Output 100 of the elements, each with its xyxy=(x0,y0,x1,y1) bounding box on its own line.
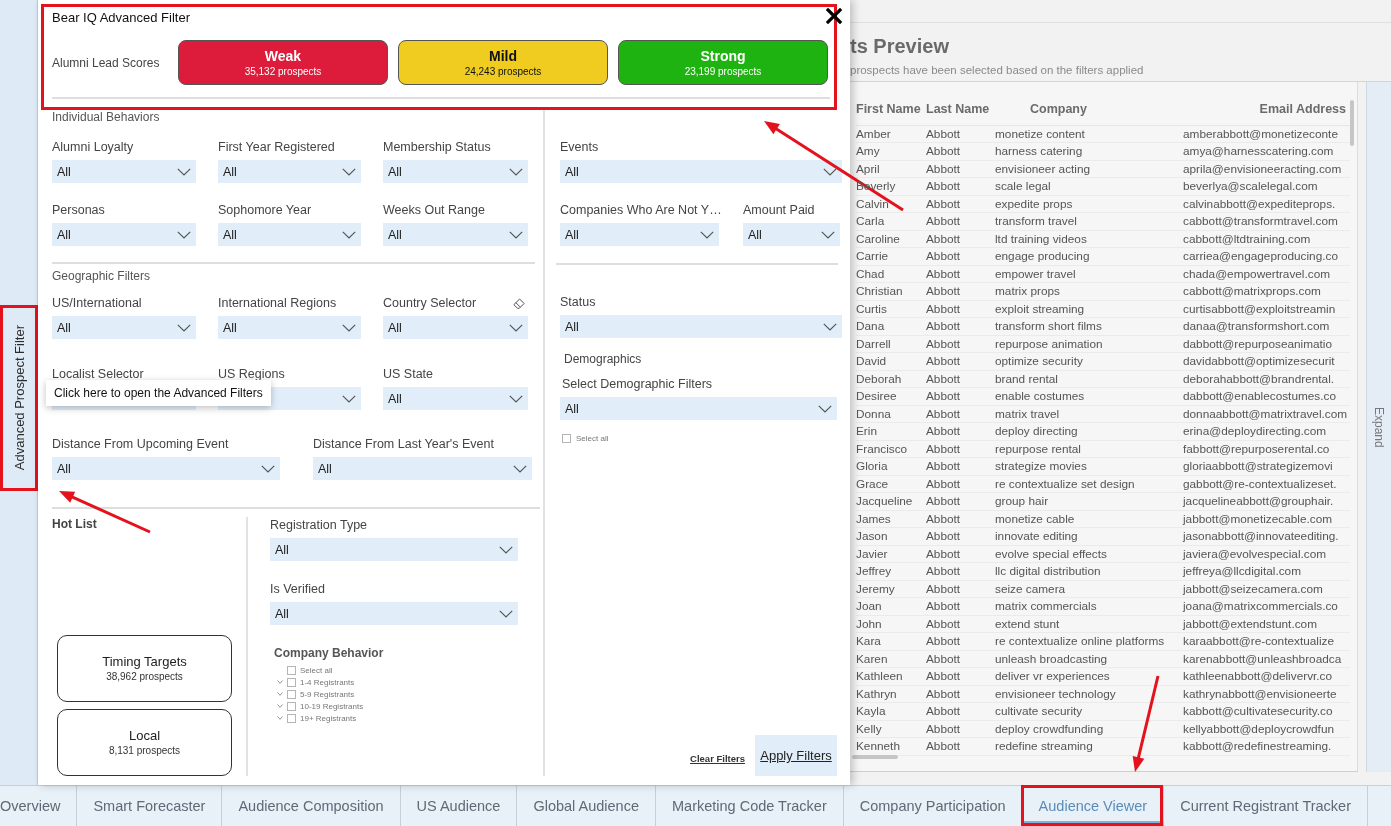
apply-filters-button[interactable]: Apply Filters xyxy=(755,735,837,776)
dropdown-field[interactable]: All xyxy=(383,387,528,410)
tab[interactable]: Current Registrant Tracker xyxy=(1164,786,1368,826)
table-cell: Kathleen xyxy=(856,667,926,685)
checkbox[interactable] xyxy=(562,434,571,443)
table-cell: matrix props xyxy=(995,282,1183,300)
table-cell: Dana xyxy=(856,317,926,335)
dropdown-field[interactable]: All xyxy=(270,538,518,561)
column-header[interactable]: Company xyxy=(995,97,1183,125)
table-cell: Carrie xyxy=(856,247,926,265)
filter-label: Is Verified xyxy=(270,581,325,597)
chevron-icon xyxy=(342,394,356,403)
dropdown-field[interactable]: All xyxy=(383,316,528,339)
dropdown-field[interactable]: All xyxy=(270,602,518,625)
dropdown-field[interactable]: All xyxy=(383,160,528,183)
table-cell: Jeremy xyxy=(856,580,926,598)
section-heading: Demographics xyxy=(564,352,642,366)
table-cell: Abbott xyxy=(926,737,995,755)
column-header[interactable]: First Name xyxy=(856,97,926,125)
table-cell: Erin xyxy=(856,422,926,440)
table-cell: jacquelineabbott@grouphair. xyxy=(1183,492,1350,510)
table-cell: Abbott xyxy=(926,352,995,370)
dropdown-field[interactable]: All xyxy=(52,316,196,339)
section-heading: Hot List xyxy=(52,517,97,531)
dropdown-field[interactable]: All xyxy=(313,457,532,480)
table-cell: Abbott xyxy=(926,370,995,388)
chevron-icon[interactable] xyxy=(277,704,283,708)
close-icon[interactable] xyxy=(826,8,842,24)
dropdown-field[interactable]: All xyxy=(560,160,842,183)
table-cell: Abbott xyxy=(926,545,995,563)
dropdown-field[interactable]: All xyxy=(383,223,528,246)
filter-label: Distance From Last Year's Event xyxy=(313,436,494,452)
chevron-icon[interactable] xyxy=(277,716,283,720)
checkbox[interactable] xyxy=(287,665,296,675)
expand-button[interactable]: Expand xyxy=(1366,82,1391,772)
table-cell: scale legal xyxy=(995,177,1183,195)
tab[interactable]: Company Participation xyxy=(843,786,1023,826)
table-cell: Abbott xyxy=(926,650,995,668)
sidebar-tab[interactable]: Advanced Prospect Filter xyxy=(11,325,27,471)
table-cell: Abbott xyxy=(926,265,995,283)
table-cell: ltd training videos xyxy=(995,230,1183,248)
score-button[interactable]: Mild 24,243 prospects xyxy=(398,40,608,85)
chevron-icon[interactable] xyxy=(277,680,283,684)
dropdown-field[interactable]: All xyxy=(743,223,840,246)
tab[interactable]: Audience Composition xyxy=(222,786,401,826)
checkbox[interactable] xyxy=(287,701,296,711)
table-cell: Christian xyxy=(856,282,926,300)
chevron-icon xyxy=(818,404,832,413)
dropdown-field[interactable]: All xyxy=(560,315,842,338)
chevron-icon xyxy=(513,464,527,473)
table-cell: Karen xyxy=(856,650,926,668)
chevron-icon xyxy=(261,464,275,473)
dropdown-field[interactable]: All xyxy=(52,223,196,246)
eraser-icon[interactable] xyxy=(513,297,525,309)
hotlist-card[interactable]: Timing Targets 38,962 prospects xyxy=(57,635,232,702)
dropdown-field[interactable]: All xyxy=(218,160,361,183)
table-cell: jeffreya@llcdigital.com xyxy=(1183,562,1350,580)
table-cell: llc digital distribution xyxy=(995,562,1183,580)
column-header[interactable]: Last Name xyxy=(926,97,995,125)
dropdown-field[interactable]: All xyxy=(52,457,280,480)
tab[interactable]: US Audience xyxy=(400,786,518,826)
table-cell: Kathryn xyxy=(856,685,926,703)
score-label: Alumni Lead Scores xyxy=(52,55,161,70)
dropdown-field[interactable]: All xyxy=(560,397,837,420)
tab[interactable]: Overview xyxy=(0,786,78,826)
table-cell: cabbott@matrixprops.com xyxy=(1183,282,1350,300)
table-cell: Abbott xyxy=(926,335,995,353)
table-cell: kabbott@redefinestreaming. xyxy=(1183,737,1350,755)
hotlist-card[interactable]: Local 8,131 prospects xyxy=(57,709,232,776)
score-button[interactable]: Weak 35,132 prospects xyxy=(178,40,388,85)
chevron-icon xyxy=(509,167,523,176)
chevron-icon xyxy=(499,545,513,554)
table-cell: javiera@evolvespecial.com xyxy=(1183,545,1350,563)
checkbox[interactable] xyxy=(287,689,296,699)
dropdown-field[interactable]: All xyxy=(218,223,361,246)
scrollbar-thumb[interactable] xyxy=(1350,100,1354,146)
scrollbar-thumb[interactable] xyxy=(852,755,898,759)
dropdown-field[interactable]: All xyxy=(560,223,719,246)
chevron-icon xyxy=(823,167,837,176)
dropdown-field[interactable]: All xyxy=(218,316,361,339)
chevron-icon xyxy=(509,394,523,403)
table-cell: Abbott xyxy=(926,615,995,633)
table-cell: Abbott xyxy=(926,597,995,615)
tab[interactable]: Smart Forecaster xyxy=(77,786,223,826)
table-cell: curtisabbott@exploitstreamin xyxy=(1183,300,1350,318)
table-cell: Amber xyxy=(856,125,926,143)
dropdown-field[interactable]: All xyxy=(52,160,196,183)
table-cell: jabbott@extendstunt.com xyxy=(1183,615,1350,633)
checkbox[interactable] xyxy=(287,713,296,723)
clear-filters-link[interactable]: Clear Filters xyxy=(690,753,745,764)
table-cell: Gloria xyxy=(856,457,926,475)
table-cell: John xyxy=(856,615,926,633)
table-cell: Calvin xyxy=(856,195,926,213)
tab[interactable]: Global Audience xyxy=(517,786,656,826)
table-cell: erina@deploydirecting.com xyxy=(1183,422,1350,440)
table-cell: cultivate security xyxy=(995,702,1183,720)
checkbox[interactable] xyxy=(287,677,296,687)
tab[interactable]: Marketing Code Tracker xyxy=(656,786,844,826)
table-cell: kathrynabbott@envisioneerte xyxy=(1183,685,1350,703)
chevron-icon[interactable] xyxy=(277,692,283,696)
